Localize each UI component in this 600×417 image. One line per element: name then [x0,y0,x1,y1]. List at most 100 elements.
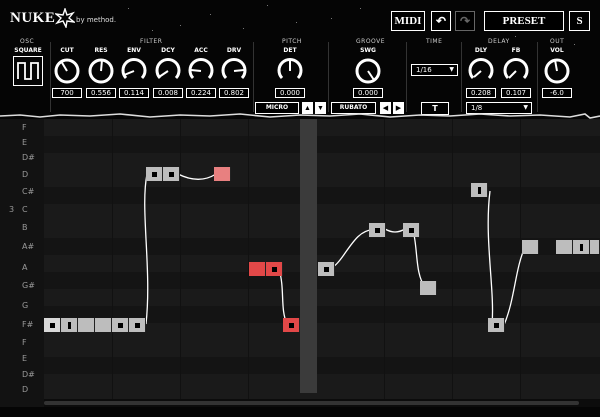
res-label: RES [94,47,108,54]
vol-label: VOL [550,47,564,54]
dcy-knob[interactable] [153,56,183,86]
drv-label: DRV [226,47,242,54]
dly-label: DLY [474,47,488,54]
note[interactable] [318,262,335,276]
note[interactable] [61,318,78,332]
env-knob[interactable] [119,56,149,86]
note[interactable] [163,167,180,181]
note[interactable] [403,223,420,237]
note-active[interactable] [249,262,266,276]
note-active[interactable] [283,318,300,332]
chevron-down-icon: ▼ [523,104,528,111]
note[interactable] [369,223,386,237]
note-active[interactable] [266,262,283,276]
note[interactable] [129,318,146,332]
separator [537,42,538,112]
osc-wave-label: SQUARE [14,47,42,54]
drv-value[interactable]: 0.802 [219,88,249,98]
note-handle [579,243,583,251]
note-handle [134,322,140,328]
section-osc: OSC [20,38,35,45]
note-handle [477,186,481,194]
delay-division-value: 1/8 [471,104,483,112]
env-label: ENV [127,47,141,54]
note[interactable] [112,318,129,332]
section-pitch: PITCH [282,38,302,45]
acc-knob[interactable] [186,56,216,86]
note-handle [408,227,414,233]
note-handle [493,322,499,328]
note-handle [151,171,157,177]
arrow-down-icon: ▼ [317,104,324,112]
note-handle [49,322,55,328]
note-handle [323,266,329,272]
fb-knob[interactable] [501,56,531,86]
preset-button[interactable]: PRESET [484,11,564,31]
note-handle [67,321,71,329]
dcy-value[interactable]: 0.008 [153,88,183,98]
res-knob[interactable] [86,56,116,86]
note-handle [271,266,277,272]
note[interactable] [420,281,437,295]
note[interactable] [146,167,163,181]
chevron-down-icon: ▼ [449,66,454,73]
osc-waveform-selector[interactable] [13,56,43,86]
note[interactable] [44,318,61,332]
swg-label: SWG [360,47,376,54]
fb-value[interactable]: 0.107 [501,88,531,98]
piano-roll[interactable]: F E D# D C# 3 C B A# A G# G F# F E D# D [0,119,600,407]
brand-name: NUKE [10,10,56,26]
time-division-select[interactable]: 1/16 ▼ [411,64,458,76]
note-faded[interactable] [214,167,231,181]
vol-value[interactable]: -6.0 [542,88,572,98]
env-value[interactable]: 0.114 [119,88,149,98]
note-handle [288,322,294,328]
redo-icon: ↷ [459,14,471,28]
midi-button[interactable]: MIDI [391,11,425,31]
cut-value[interactable]: 700 [52,88,82,98]
swg-value[interactable]: 0.000 [353,88,383,98]
separator [50,42,51,112]
note[interactable] [471,183,488,197]
section-filter: FILTER [140,38,163,45]
note-slides [144,173,526,326]
time-division-value: 1/16 [416,66,432,74]
cut-label: CUT [60,47,74,54]
note[interactable] [78,318,95,332]
note[interactable] [573,240,590,254]
note[interactable] [95,318,112,332]
arrow-left-icon: ◀ [382,104,389,112]
swg-knob[interactable] [353,56,383,86]
synth-app: NUKE by method. MIDI ↶ ↷ PRESET S OSC FI… [0,0,600,417]
res-value[interactable]: 0.556 [86,88,116,98]
separator [253,42,254,112]
undo-icon: ↶ [435,14,447,28]
separator [328,42,329,112]
dly-knob[interactable] [466,56,496,86]
separator [461,42,462,112]
acc-label: ACC [194,47,208,54]
redo-button[interactable]: ↷ [455,11,475,31]
drv-knob[interactable] [219,56,249,86]
section-out: OUT [550,38,565,45]
section-groove: GROOVE [356,38,386,45]
note-handle [117,322,123,328]
note[interactable] [522,240,539,254]
undo-button[interactable]: ↶ [431,11,451,31]
square-wave-icon [17,62,39,80]
save-button[interactable]: S [569,11,590,31]
dly-value[interactable]: 0.208 [466,88,496,98]
scrollbar-thumb[interactable] [44,401,579,405]
acc-value[interactable]: 0.224 [186,88,216,98]
note[interactable] [590,240,600,254]
note[interactable] [556,240,573,254]
note-handle [168,171,174,177]
note[interactable] [488,318,505,332]
by-label: by [76,16,85,24]
note-handle [374,227,380,233]
det-knob[interactable] [275,56,305,86]
vol-knob[interactable] [542,56,572,86]
section-time: TIME [426,38,443,45]
det-value[interactable]: 0.000 [275,88,305,98]
cut-knob[interactable] [52,56,82,86]
